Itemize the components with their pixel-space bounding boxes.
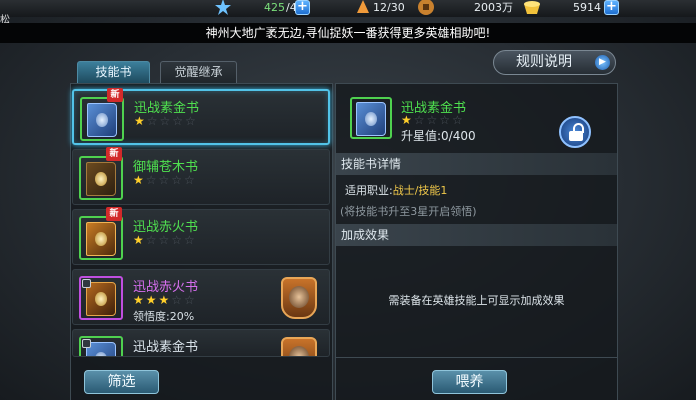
star-rating: ★★★☆☆ — [133, 293, 197, 307]
skill-book-item[interactable]: 新 迅战赤火书 ★☆☆☆☆ — [72, 207, 330, 265]
skill-book-icon — [79, 216, 123, 260]
new-badge: 新 — [106, 147, 122, 161]
resource-bar: 425 /40 + 12/30 2003万 5914 + — [0, 0, 696, 17]
divider — [336, 357, 617, 358]
unlock-icon[interactable] — [559, 116, 591, 148]
skill-book-item[interactable]: 迅战素金书 — [72, 329, 330, 357]
stamina-value: 425 — [264, 1, 285, 14]
upgrade-progress: 升星值:0/400 — [401, 129, 476, 143]
skill-book-icon — [79, 276, 123, 320]
coin-icon — [417, 0, 435, 16]
skill-book-item[interactable]: 迅战赤火书 ★★★☆☆ 领悟度:20% — [72, 269, 330, 325]
star-rating: ★☆☆☆☆ — [133, 173, 197, 187]
skill-book-icon — [79, 336, 123, 356]
section-title-details: 技能书详情 — [336, 153, 617, 175]
equipped-hero-icon — [281, 277, 317, 319]
star-up-note: (将技能书升至3星开启领悟) — [340, 205, 477, 218]
lock-icon — [82, 279, 91, 288]
skill-book-icon — [79, 156, 123, 200]
skill-book-item[interactable]: 新 迅战素金书 ★☆☆☆☆ — [72, 88, 330, 145]
new-badge: 新 — [107, 88, 123, 102]
filter-button[interactable]: 筛选 — [84, 370, 159, 394]
equipped-hero-icon — [281, 337, 317, 356]
skill-book-icon — [80, 97, 124, 141]
selected-book-stars: ★☆☆☆☆ — [401, 113, 465, 127]
announcement-marquee: 神州大地广袤无边,寻仙捉妖一番获得更多英雄相助吧! — [0, 23, 696, 43]
rules-button[interactable]: 规则说明 ▶ — [493, 50, 616, 75]
energy-icon — [354, 0, 372, 16]
coins-value: 2003万 — [474, 1, 513, 14]
add-stamina-button[interactable]: + — [295, 0, 310, 15]
feed-button[interactable]: 喂养 — [432, 370, 507, 394]
comprehension-value: 领悟度:20% — [133, 310, 195, 323]
energy-value: 12/30 — [373, 1, 405, 14]
skill-book-name: 迅战素金书 — [133, 340, 199, 355]
applicable-job: 适用职业:战士/技能1 — [345, 184, 448, 197]
add-gold-button[interactable]: + — [604, 0, 619, 15]
tab-skill-books[interactable]: 技能书 — [77, 61, 150, 83]
gold-ingot-icon — [522, 0, 540, 16]
arrow-right-icon: ▶ — [595, 55, 610, 70]
bonus-message: 需装备在英雄技能上可显示加成效果 — [388, 294, 565, 307]
lock-icon — [82, 339, 91, 348]
stamina-icon — [214, 0, 232, 16]
star-rating: ★☆☆☆☆ — [133, 233, 197, 247]
skill-book-item[interactable]: 新 御辅苍木书 ★☆☆☆☆ — [72, 147, 330, 205]
star-rating: ★☆☆☆☆ — [134, 114, 198, 128]
section-title-bonus: 加成效果 — [336, 224, 617, 246]
selected-book-icon — [350, 97, 392, 139]
tab-awaken-inherit[interactable]: 觉醒继承 — [160, 61, 237, 83]
gold-value: 5914 — [573, 1, 601, 14]
rules-button-label: 规则说明 — [516, 54, 572, 70]
new-badge: 新 — [106, 207, 122, 221]
